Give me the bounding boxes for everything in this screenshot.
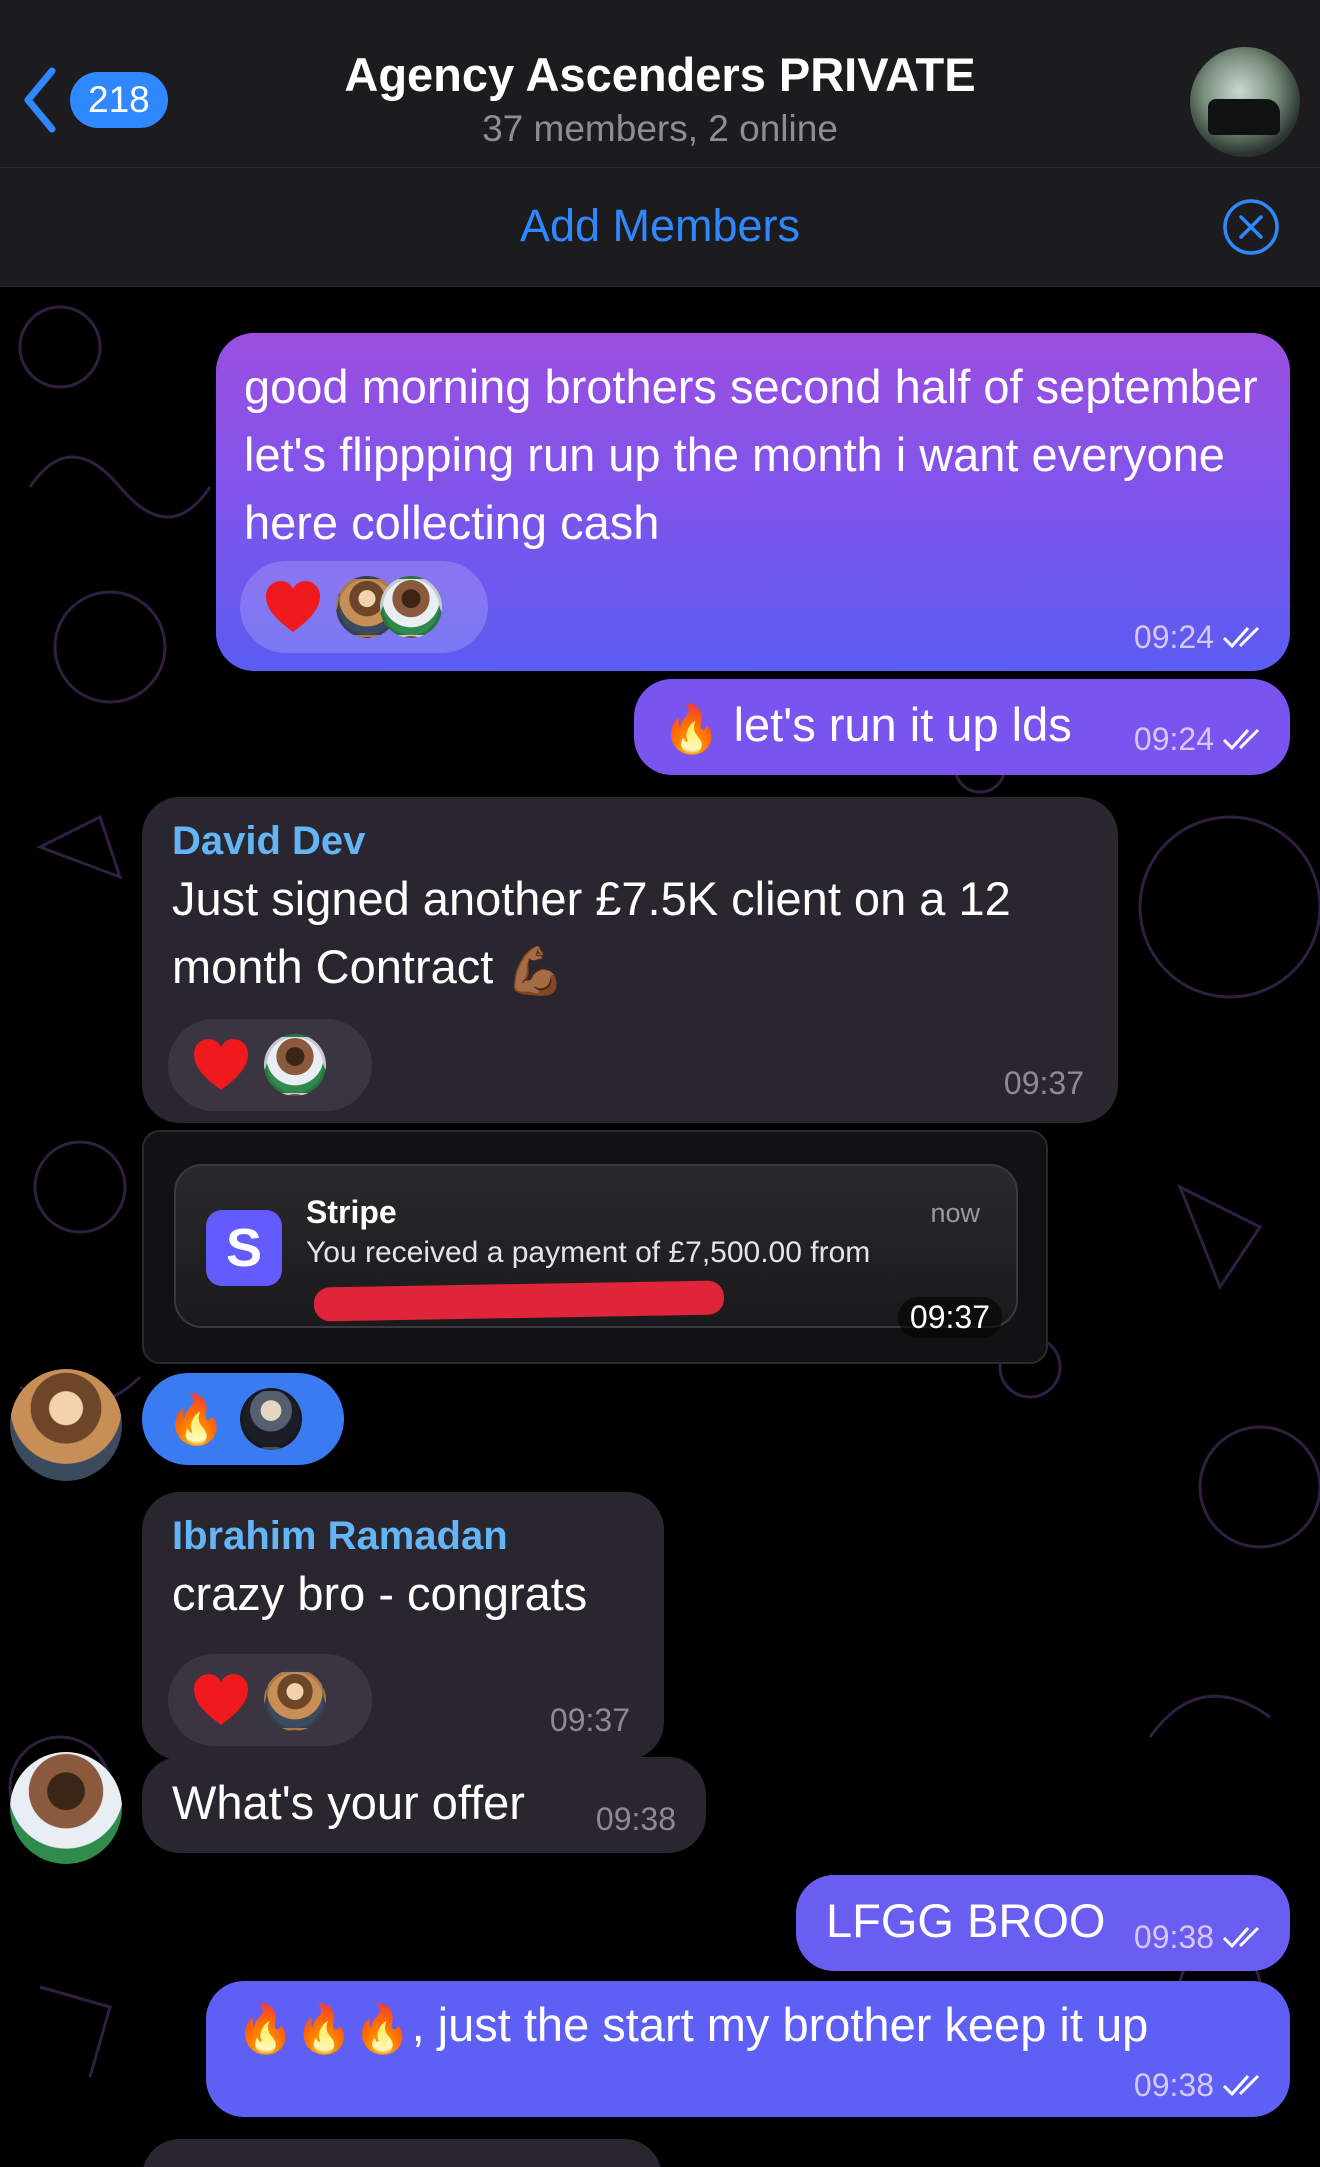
notification-app: Stripe: [306, 1194, 397, 1230]
message-body: let's run it up lds: [733, 698, 1072, 751]
avatar: [264, 1034, 326, 1096]
reaction-pill[interactable]: [168, 1019, 372, 1111]
outgoing-message[interactable]: LFGG BROO 09:38: [796, 1875, 1290, 1971]
avatar: [264, 1669, 326, 1731]
chat-subtitle: 37 members, 2 online: [482, 108, 838, 149]
add-members-button[interactable]: Add Members: [0, 200, 1320, 252]
outgoing-message[interactable]: good morning brothers second half of sep…: [216, 333, 1290, 671]
message-time: 09:37: [1004, 1065, 1084, 1101]
message-time: 09:24: [1134, 721, 1266, 757]
double-check-icon: [1222, 2074, 1260, 2097]
time-label: 09:38: [595, 1801, 676, 1837]
message-time: 09:37: [550, 1702, 630, 1738]
time-label: 09:38: [1133, 1919, 1214, 1955]
reaction-pill[interactable]: [240, 561, 488, 653]
double-check-icon: [1222, 1926, 1260, 1949]
add-members-bar: Add Members: [0, 168, 1320, 287]
stripe-logo-icon: S: [206, 1210, 282, 1286]
image-message[interactable]: S Stripe now You received a payment of £…: [142, 1130, 1048, 1364]
double-check-icon: [1222, 626, 1260, 649]
avatar: [239, 1388, 302, 1450]
flexed-biceps-emoji: 💪🏾: [506, 943, 565, 997]
fire-emoji: 🔥: [166, 1393, 226, 1447]
chat-title: Agency Ascenders PRIVATE: [344, 48, 976, 101]
redaction-mark: [313, 1280, 725, 1322]
fire-emoji: 🔥: [662, 701, 721, 755]
outgoing-message[interactable]: 🔥 let's run it up lds 09:24: [634, 679, 1290, 775]
message-text: crazy bro - congrats: [172, 1567, 588, 1620]
notification-screenshot: S Stripe now You received a payment of £…: [174, 1164, 1018, 1328]
notification-text: You received a payment of £7,500.00 from: [306, 1236, 871, 1269]
reaction-pill[interactable]: [168, 1654, 372, 1746]
message-time: 09:38: [1134, 2067, 1266, 2103]
message-time: 09:38: [1134, 1919, 1266, 1955]
sender-name[interactable]: David Dev: [172, 817, 1088, 865]
time-label: 09:37: [549, 1702, 630, 1738]
chat-title-block[interactable]: Agency Ascenders PRIVATE 37 members, 2 o…: [0, 46, 1320, 152]
heart-icon: [194, 1039, 248, 1090]
notification-time: now: [930, 1198, 980, 1228]
sender-avatar[interactable]: [10, 1369, 122, 1481]
incoming-message[interactable]: David Dev Just signed another £7.5K clie…: [142, 797, 1118, 1123]
outgoing-message[interactable]: 🔥🔥🔥, just the start my brother keep it u…: [206, 1981, 1290, 2117]
double-check-icon: [1222, 728, 1260, 751]
message-text: 🔥🔥🔥, just the start my brother keep it u…: [236, 1991, 1260, 2063]
message-time: 09:38: [596, 1801, 676, 1837]
incoming-message[interactable]: What's your offer 09:38: [142, 1757, 706, 1853]
time-label: 09:24: [1133, 721, 1214, 757]
heart-icon: [266, 581, 320, 632]
message-body: , just the start my brother keep it up: [411, 1998, 1149, 2051]
message-time: 09:37: [897, 1297, 1002, 1338]
message-time: 09:24: [1134, 619, 1266, 655]
time-label: 09:37: [1003, 1065, 1084, 1101]
chat-area[interactable]: good morning brothers second half of sep…: [0, 287, 1320, 2167]
group-avatar[interactable]: [1190, 47, 1300, 157]
car-image: [1208, 99, 1280, 135]
message-body: Just signed another £7.5K client on a 12…: [172, 872, 1011, 993]
sender-name[interactable]: Ibrahim Ramadan: [172, 1512, 634, 1560]
incoming-message-partial[interactable]: [142, 2139, 662, 2167]
incoming-message[interactable]: Ibrahim Ramadan crazy bro - congrats 09:…: [142, 1492, 664, 1760]
chat-header: 218 Agency Ascenders PRIVATE 37 members,…: [0, 0, 1320, 168]
sender-avatar[interactable]: [10, 1752, 122, 1864]
reaction-pill[interactable]: 🔥: [142, 1373, 344, 1465]
time-label: 09:38: [1133, 2067, 1214, 2103]
time-label: 09:24: [1133, 619, 1214, 655]
message-text: good morning brothers second half of sep…: [244, 360, 1258, 549]
close-circle-icon[interactable]: [1222, 198, 1280, 256]
fire-emoji: 🔥🔥🔥: [236, 2001, 412, 2055]
avatar: [380, 576, 442, 638]
message-text: Just signed another £7.5K client on a 12…: [172, 865, 1088, 1005]
heart-icon: [194, 1674, 248, 1725]
